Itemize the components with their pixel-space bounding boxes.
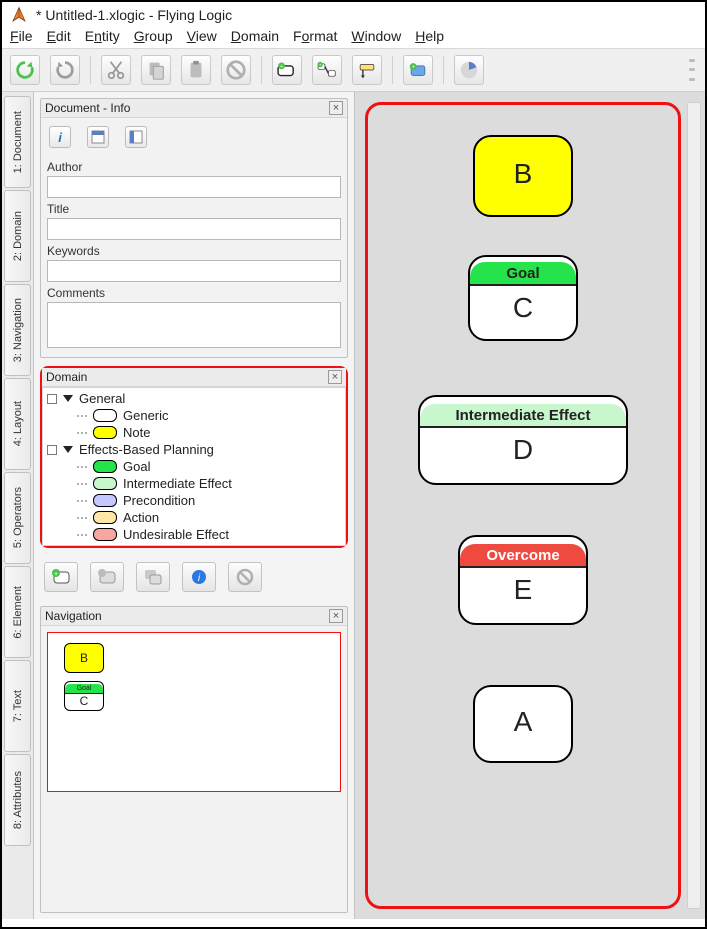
color-swatch-icon [93, 460, 117, 473]
add-class-button[interactable]: + [44, 562, 78, 592]
add-entity-button[interactable]: + [272, 55, 302, 85]
vtab-document[interactable]: 1: Document [4, 96, 31, 188]
svg-text:+: + [280, 64, 283, 70]
remove-class-button[interactable] [90, 562, 124, 592]
app-logo-icon [10, 6, 28, 24]
color-swatch-icon [93, 426, 117, 439]
node-e[interactable]: Overcome E [458, 535, 588, 625]
author-label: Author [47, 160, 82, 174]
vtab-attributes[interactable]: 8: Attributes [4, 754, 31, 846]
chevron-down-icon[interactable] [63, 446, 73, 453]
menu-help[interactable]: Help [415, 28, 444, 44]
svg-text:+: + [412, 65, 415, 71]
comments-label: Comments [47, 286, 105, 300]
docinfo-tab-info[interactable]: i [49, 126, 71, 148]
domain-panel-title: Domain [46, 370, 87, 384]
minimap-node-c[interactable]: Goal C [64, 681, 104, 711]
tree-item-generic[interactable]: Generic [43, 407, 345, 424]
vertical-scrollbar[interactable] [687, 102, 701, 909]
document-info-title: Document - Info [45, 101, 130, 115]
keywords-input[interactable] [47, 260, 341, 282]
checkbox-icon[interactable] [47, 394, 57, 404]
paste-button[interactable] [181, 55, 211, 85]
node-a[interactable]: A [473, 685, 573, 763]
menu-edit[interactable]: Edit [47, 28, 71, 44]
duplicate-class-button[interactable] [136, 562, 170, 592]
refresh-button[interactable] [10, 55, 40, 85]
tree-group-general[interactable]: General [43, 390, 345, 407]
menu-format[interactable]: Format [293, 28, 337, 44]
docinfo-tab-page1[interactable] [87, 126, 109, 148]
keywords-label: Keywords [47, 244, 100, 258]
title-input[interactable] [47, 218, 341, 240]
tree-item-undesirable[interactable]: Undesirable Effect [43, 526, 345, 543]
node-d[interactable]: Intermediate Effect D [418, 395, 628, 485]
color-swatch-icon [93, 409, 117, 422]
tree-group-effects[interactable]: Effects-Based Planning [43, 441, 345, 458]
window-title: * Untitled-1.xlogic - Flying Logic [36, 7, 232, 23]
comments-input[interactable] [47, 302, 341, 348]
vtab-operators[interactable]: 5: Operators [4, 472, 31, 564]
tree-item-precondition[interactable]: Precondition [43, 492, 345, 509]
tree-item-intermediate[interactable]: Intermediate Effect [43, 475, 345, 492]
document-info-panel: Document - Info × i Author Title [40, 98, 348, 358]
canvas-highlight: B Goal C Intermediate Effect D Overcome … [365, 102, 681, 909]
vtab-layout[interactable]: 4: Layout [4, 378, 31, 470]
info-button[interactable]: i [182, 562, 216, 592]
tree-item-goal[interactable]: Goal [43, 458, 345, 475]
color-swatch-icon [93, 494, 117, 507]
vertical-tab-strip: 1: Document 2: Domain 3: Navigation 4: L… [2, 92, 34, 919]
tree-item-action[interactable]: Action [43, 509, 345, 526]
minimap-node-b[interactable]: B [64, 643, 104, 673]
color-swatch-icon [93, 477, 117, 490]
menu-window[interactable]: Window [351, 28, 401, 44]
domain-button-row: + i [40, 556, 348, 598]
chart-button[interactable] [454, 55, 484, 85]
navigation-minimap[interactable]: B Goal C [47, 632, 341, 792]
title-label: Title [47, 202, 69, 216]
diagram-canvas[interactable]: B Goal C Intermediate Effect D Overcome … [354, 92, 705, 919]
menu-view[interactable]: View [187, 28, 217, 44]
vtab-element[interactable]: 6: Element [4, 566, 31, 658]
cut-button[interactable] [101, 55, 131, 85]
chevron-down-icon[interactable] [63, 395, 73, 402]
close-navigation-button[interactable]: × [329, 609, 343, 623]
add-domain-button[interactable]: + [403, 55, 433, 85]
vtab-navigation[interactable]: 3: Navigation [4, 284, 31, 376]
author-input[interactable] [47, 176, 341, 198]
node-c[interactable]: Goal C [468, 255, 578, 341]
domain-panel: Domain × General Generic Note [40, 366, 348, 548]
menu-file[interactable]: File [10, 28, 33, 44]
redo-button[interactable] [50, 55, 80, 85]
add-edge-button[interactable]: + [312, 55, 342, 85]
vtab-domain[interactable]: 2: Domain [4, 190, 31, 282]
docinfo-tab-page2[interactable] [125, 126, 147, 148]
navigation-panel: Navigation × B Goal C [40, 606, 348, 913]
node-b[interactable]: B [473, 135, 573, 217]
vtab-text[interactable]: 7: Text [4, 660, 31, 752]
navigation-title: Navigation [45, 609, 102, 623]
checkbox-icon[interactable] [47, 445, 57, 455]
close-domain-button[interactable]: × [328, 370, 342, 384]
toolbar-grip[interactable] [689, 56, 697, 84]
domain-tree[interactable]: General Generic Note Effects-Based Plann… [42, 387, 346, 546]
menu-domain[interactable]: Domain [231, 28, 279, 44]
toolbar: + + + [2, 48, 705, 92]
color-swatch-icon [93, 511, 117, 524]
menu-bar: File Edit Entity Group View Domain Forma… [2, 26, 705, 48]
delete-button[interactable] [221, 55, 251, 85]
menu-group[interactable]: Group [134, 28, 173, 44]
svg-text:+: + [319, 64, 322, 69]
svg-text:+: + [54, 571, 58, 578]
close-panel-button[interactable]: × [329, 101, 343, 115]
menu-entity[interactable]: Entity [85, 28, 120, 44]
noentry-button[interactable] [228, 562, 262, 592]
add-annotation-button[interactable] [352, 55, 382, 85]
color-swatch-icon [93, 528, 117, 541]
copy-button[interactable] [141, 55, 171, 85]
tree-item-note[interactable]: Note [43, 424, 345, 441]
